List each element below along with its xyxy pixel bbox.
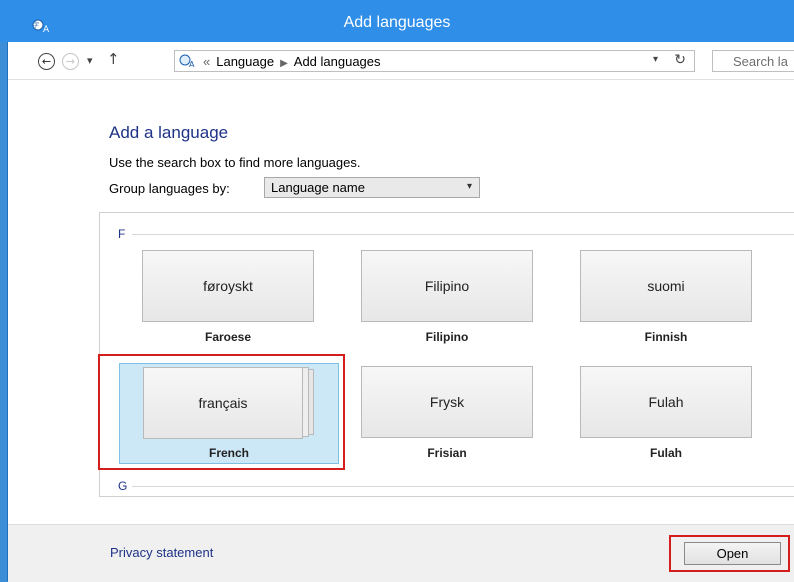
- dialog-window: ← → ▾ ↑ A « Language ▶ Add languages ▾ ↻ Se…: [7, 42, 794, 582]
- up-arrow-icon[interactable]: ↑: [107, 50, 120, 68]
- language-english-name: Finnish: [644, 330, 688, 344]
- breadcrumb-item-language[interactable]: Language: [216, 54, 274, 69]
- search-hint: Use the search box to find more language…: [109, 155, 361, 170]
- page-title: Add a language: [109, 123, 229, 142]
- language-globe-icon: A: [179, 54, 195, 69]
- language-native-name: føroyskt: [142, 250, 314, 322]
- language-native-name: Filipino: [361, 250, 533, 322]
- recent-pages-dropdown-icon[interactable]: ▾: [87, 54, 93, 67]
- language-native-name: Fulah: [580, 366, 752, 438]
- navigation-bar: ← → ▾ ↑ A « Language ▶ Add languages ▾ ↻ Se…: [8, 42, 794, 80]
- language-tile-frisian[interactable]: Frysk Frisian: [361, 366, 535, 461]
- chevron-right-icon[interactable]: ▶: [280, 58, 288, 69]
- language-tile-filipino[interactable]: Filipino Filipino: [361, 250, 535, 345]
- language-tile-finnish[interactable]: suomi Finnish: [580, 250, 754, 345]
- title-bar: A 字 Add languages: [0, 0, 794, 42]
- window-title: Add languages: [343, 14, 451, 31]
- chevron-down-icon[interactable]: ▾: [653, 54, 658, 65]
- breadcrumb: « Language ▶ Add languages: [203, 54, 381, 69]
- language-native-name: suomi: [580, 250, 752, 322]
- dialog-footer: Privacy statement Open: [8, 524, 794, 582]
- group-divider: [132, 486, 794, 487]
- back-arrow-icon[interactable]: ←: [38, 53, 55, 70]
- address-field[interactable]: A « Language ▶ Add languages ▾ ↻: [174, 50, 695, 72]
- chevron-down-icon: ▾: [466, 181, 472, 192]
- group-by-label: Group languages by:: [109, 181, 230, 196]
- highlight-box-french: [98, 354, 345, 470]
- refresh-icon[interactable]: ↻: [674, 52, 686, 68]
- language-native-name: Frysk: [361, 366, 533, 438]
- search-placeholder: Search la: [733, 54, 788, 69]
- language-english-name: Faroese: [204, 330, 252, 344]
- language-english-name: Fulah: [650, 446, 682, 460]
- group-header-g: G: [118, 479, 128, 493]
- language-tile-fulah[interactable]: Fulah Fulah: [580, 366, 754, 461]
- group-by-value: Language name: [271, 180, 365, 195]
- language-english-name: Filipino: [425, 330, 469, 344]
- group-by-select[interactable]: Language name ▾: [264, 177, 480, 198]
- language-english-name: Frisian: [427, 446, 467, 460]
- highlight-box-open: [669, 535, 790, 572]
- breadcrumb-overflow[interactable]: «: [203, 54, 210, 69]
- svg-text:A: A: [189, 60, 195, 69]
- privacy-statement-link[interactable]: Privacy statement: [110, 545, 213, 560]
- search-input[interactable]: Search la: [712, 50, 794, 72]
- language-tile-faroese[interactable]: føroyskt Faroese: [142, 250, 316, 345]
- group-divider: [132, 234, 794, 235]
- forward-arrow-icon[interactable]: →: [62, 53, 79, 70]
- group-header-f: F: [118, 227, 126, 241]
- breadcrumb-item-add-languages[interactable]: Add languages: [294, 54, 381, 69]
